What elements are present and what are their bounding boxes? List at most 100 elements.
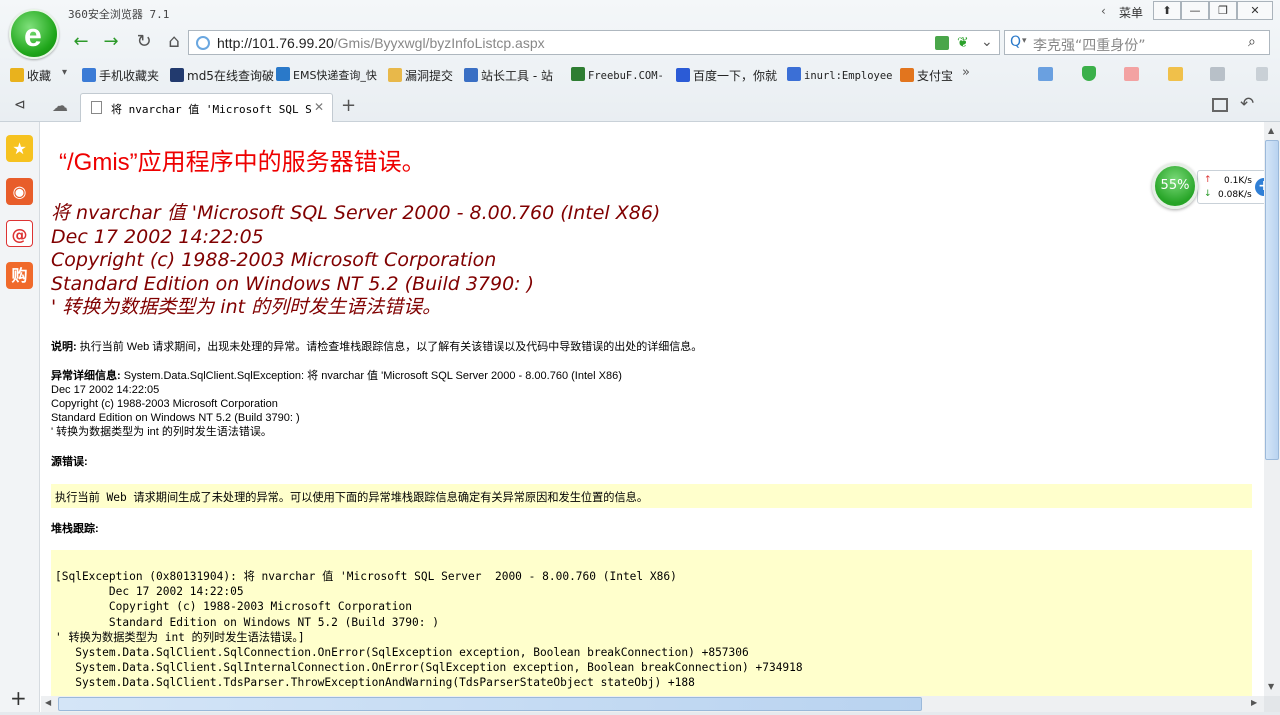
error-title-line: ' 转换为数据类型为 int 的列时发生语法错误。 xyxy=(51,296,442,318)
scroll-up-icon[interactable]: ▲ xyxy=(1268,126,1274,135)
address-bar[interactable]: http://101.76.99.20/Gmis/Byyxwgl/byzInfo… xyxy=(188,30,1000,55)
search-input[interactable]: 李克强“四重身份” xyxy=(1033,35,1146,55)
game-icon[interactable] xyxy=(1168,67,1183,81)
error-title: 将 nvarchar 值 'Microsoft SQL Server 2000 … xyxy=(51,202,660,320)
stack-trace-label: 堆栈跟踪: xyxy=(51,523,99,535)
phone-icon xyxy=(82,68,96,82)
bookmark-item[interactable]: md5在线查询破 xyxy=(170,67,274,84)
google-icon xyxy=(787,67,801,81)
shield-icon[interactable] xyxy=(1082,66,1096,81)
alipay-icon xyxy=(900,68,914,82)
bookmark-item[interactable]: 手机收藏夹 xyxy=(82,67,159,84)
vertical-scrollbar[interactable]: ▲ ▼ xyxy=(1264,122,1280,696)
address-dropdown-icon[interactable]: ⌄ xyxy=(981,34,993,50)
skin-button[interactable]: ⬆ xyxy=(1153,1,1181,20)
favorites-dropdown-icon[interactable]: ▾ xyxy=(62,67,67,78)
bookmark-item[interactable]: 支付宝 xyxy=(900,67,953,84)
sidebar: ★ ◉ @ 购 + xyxy=(0,122,40,715)
leaf-icon[interactable]: ❦ xyxy=(957,35,969,51)
download-speed: 0.08K/s xyxy=(1218,190,1252,200)
grid-icon xyxy=(170,68,184,82)
upload-speed: 0.1K/s xyxy=(1224,176,1252,186)
source-error-label: 源错误: xyxy=(51,456,88,468)
undo-close-icon[interactable]: ↶ xyxy=(1240,94,1254,114)
page-content: “/Gmis”应用程序中的服务器错误。 将 nvarchar 值 'Micros… xyxy=(41,122,1264,696)
horizontal-scrollbar[interactable]: ◀ ▶ xyxy=(41,696,1264,712)
apps-icon[interactable] xyxy=(1038,67,1053,81)
email-icon[interactable]: @ xyxy=(6,220,33,247)
stack-trace-text: [SqlException (0x80131904): 将 nvarchar 值… xyxy=(55,570,803,690)
new-tab-button[interactable]: + xyxy=(341,95,356,116)
adblock-icon[interactable] xyxy=(1124,67,1139,81)
bookmark-item[interactable]: inurl:Employee xyxy=(787,67,893,82)
more-bookmarks-icon[interactable]: » xyxy=(962,65,970,80)
back-arrow-icon: ← xyxy=(73,31,89,52)
window-title: 360安全浏览器 7.1 xyxy=(68,8,170,21)
close-button[interactable]: ✕ xyxy=(1237,1,1273,20)
home-icon: ⌂ xyxy=(168,31,180,52)
cloud-icon[interactable]: ☁ xyxy=(52,96,68,115)
menu-chevron-icon[interactable]: ‹ xyxy=(1101,4,1106,18)
error-title-line: Dec 17 2002 14:22:05 xyxy=(51,225,264,248)
scroll-right-icon[interactable]: ▶ xyxy=(1251,698,1257,707)
scroll-down-icon[interactable]: ▼ xyxy=(1268,682,1274,691)
engine-dropdown-icon[interactable]: ▾ xyxy=(1022,36,1027,46)
bookmark-item[interactable]: EMS快递查询_快 xyxy=(276,67,377,83)
search-box[interactable]: Q ▾ 李克强“四重身份” ⌕ xyxy=(1004,30,1270,55)
tab-close-icon[interactable]: ✕ xyxy=(314,100,324,114)
vertical-scroll-thumb[interactable] xyxy=(1265,140,1279,460)
speed-widget[interactable]: ↑ 0.1K/s ↓ 0.08K/s 55% + xyxy=(1152,163,1276,209)
favorites-star-icon[interactable]: ★ xyxy=(6,135,33,162)
horizontal-scroll-thumb[interactable] xyxy=(58,697,922,711)
source-error-box: 执行当前 Web 请求期间生成了未处理的异常。可以使用下面的异常堆栈跟踪信息确定… xyxy=(51,484,1252,508)
webmaster-icon xyxy=(464,68,478,82)
weibo-icon[interactable]: ◉ xyxy=(6,178,33,205)
search-icon[interactable]: ⌕ xyxy=(1248,34,1256,50)
refresh-button[interactable]: ↻ xyxy=(131,30,157,54)
tab-active[interactable]: 将 nvarchar 值 'Microsoft SQL Server ✕ xyxy=(80,93,333,122)
bookmark-item[interactable]: 站长工具 - 站 xyxy=(464,67,553,84)
memory-percent[interactable]: 55% xyxy=(1152,163,1198,209)
folder-icon xyxy=(388,68,402,82)
bookmark-item[interactable]: FreebuF.COM- xyxy=(571,67,664,82)
bookmark-item[interactable]: 漏洞提交 xyxy=(388,67,453,84)
qrcode-icon[interactable] xyxy=(935,36,949,50)
forward-button[interactable]: → xyxy=(98,30,124,54)
stack-trace-box: [SqlException (0x80131904): 将 nvarchar 值… xyxy=(51,550,1252,696)
page-title: “/Gmis”应用程序中的服务器错误。 xyxy=(59,149,426,176)
tab-title: 将 nvarchar 值 'Microsoft SQL Server xyxy=(111,103,311,116)
sidebar-toggle-icon[interactable]: ⊲ xyxy=(14,97,26,113)
screenshot-icon[interactable] xyxy=(1210,67,1225,81)
globe-icon xyxy=(196,36,210,50)
error-title-line: Copyright (c) 1988-2003 Microsoft Corpor… xyxy=(51,249,497,271)
scroll-left-icon[interactable]: ◀ xyxy=(45,698,51,707)
error-title-line: 将 nvarchar 值 'Microsoft SQL Server 2000 … xyxy=(51,202,661,224)
maximize-button[interactable]: ❐ xyxy=(1209,1,1237,20)
home-button[interactable]: ⌂ xyxy=(161,30,187,54)
browser-chrome: e 360安全浏览器 7.1 ‹ 菜单 ⬆ — ❐ ✕ ← → ↻ ⌂ http… xyxy=(0,0,1280,122)
refresh-icon: ↻ xyxy=(136,31,152,52)
extension-icon[interactable] xyxy=(1256,67,1268,81)
minimize-button[interactable]: — xyxy=(1181,1,1209,20)
favorites-button[interactable]: 收藏 xyxy=(10,67,51,84)
page-icon xyxy=(91,101,102,114)
shopping-icon[interactable]: 购 xyxy=(6,262,33,289)
freebuf-icon xyxy=(571,67,585,81)
360-browser-logo[interactable]: e xyxy=(9,9,59,59)
search-engine-icon[interactable]: Q xyxy=(1010,34,1021,50)
menu-button[interactable]: 菜单 xyxy=(1119,4,1143,21)
bookmark-item[interactable]: 百度一下，你就 xyxy=(676,67,777,84)
exception-details: 异常详细信息: System.Data.SqlClient.SqlExcepti… xyxy=(51,370,622,438)
scroll-corner xyxy=(1264,696,1280,712)
url-text: http://101.76.99.20/Gmis/Byyxwgl/byzInfo… xyxy=(217,35,545,51)
description: 说明: 执行当前 Web 请求期间，出现未处理的异常。请检查堆栈跟踪信息，以了解… xyxy=(51,341,703,353)
upload-arrow-icon: ↑ xyxy=(1204,175,1212,185)
tab-list-icon[interactable] xyxy=(1212,98,1228,112)
star-icon xyxy=(10,68,24,82)
download-arrow-icon: ↓ xyxy=(1204,189,1212,199)
add-sidebar-button[interactable]: + xyxy=(10,686,27,710)
back-button[interactable]: ← xyxy=(68,30,94,54)
ems-icon xyxy=(276,67,290,81)
error-title-line: Standard Edition on Windows NT 5.2 (Buil… xyxy=(51,272,535,295)
baidu-paw-icon xyxy=(676,68,690,82)
